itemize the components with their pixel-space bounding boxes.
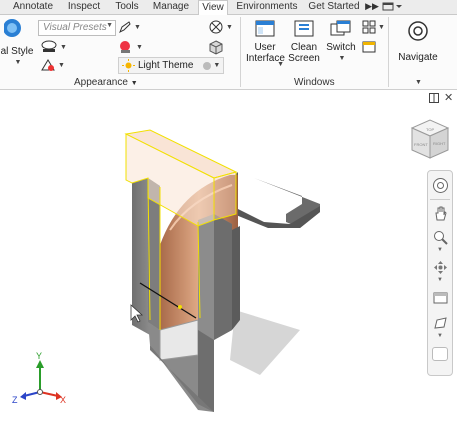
sun-icon xyxy=(122,59,135,72)
shadows-icon xyxy=(41,40,57,52)
cube-view-button[interactable] xyxy=(208,39,224,55)
viewcube-right-label: RIGHT xyxy=(433,141,446,146)
tab-overflow-button[interactable]: ▶▶ xyxy=(364,0,380,14)
new-window-icon xyxy=(362,41,376,53)
navigate-icon xyxy=(408,21,428,41)
tab-inspect[interactable]: Inspect xyxy=(64,0,104,14)
window-options-icon xyxy=(382,2,402,11)
chevron-down-icon: ▼ xyxy=(14,59,22,66)
chevron-down-icon: ▼ xyxy=(277,61,284,68)
restore-window-icon[interactable] xyxy=(429,93,439,106)
chevron-down-icon: ▼ xyxy=(213,62,221,69)
arrange-dropdown[interactable]: ▼ xyxy=(362,19,385,35)
tab-manage[interactable]: Manage xyxy=(150,0,192,14)
chevron-down-icon: ▼ xyxy=(58,61,65,69)
ribbon: al Style ▼ Visual Presets ▼ ▼ ▼ ▼ ▼ Ligh… xyxy=(0,14,457,90)
switch-windows-icon xyxy=(330,20,351,36)
cube-icon xyxy=(209,40,223,55)
ribbon-tab-bar: Annotate Inspect Tools Manage View Envir… xyxy=(0,0,457,15)
ground-shadow-icon xyxy=(41,59,55,71)
tab-tools[interactable]: Tools xyxy=(110,0,144,14)
appearance-panel-title[interactable]: Appearance ▼ xyxy=(74,77,138,88)
viewcube-front-label: FRONT xyxy=(414,142,428,147)
look-at-icon[interactable] xyxy=(432,289,449,306)
user-interface-label-line1: User xyxy=(254,42,276,53)
navigation-bar: ▼ ▼ ▼ xyxy=(427,170,453,376)
coordinate-triad xyxy=(20,360,62,400)
bracket-right-post[interactable] xyxy=(198,214,240,340)
close-window-icon[interactable]: ✕ xyxy=(444,91,453,104)
tile-windows-icon xyxy=(362,20,376,34)
clean-screen-label-line1: Clean xyxy=(290,42,318,53)
graphics-viewport[interactable]: Y X Z TOP FRONT RIGHT ✕ ▼ ▼ ▼ xyxy=(0,91,457,424)
visual-style-button[interactable]: al Style ▼ xyxy=(0,18,34,70)
chevron-down-icon: ▼ xyxy=(136,43,143,51)
triad-y-label: Y xyxy=(36,351,42,361)
chevron-down-icon: ▼ xyxy=(338,55,346,62)
navigation-bar-options-button[interactable] xyxy=(432,347,448,361)
free-orbit-icon[interactable] xyxy=(432,315,449,332)
light-theme-indicator-icon xyxy=(203,61,212,70)
chevron-down-icon: ▼ xyxy=(60,43,67,51)
user-interface-icon xyxy=(255,20,275,37)
visual-presets-combo[interactable]: Visual Presets ▼ xyxy=(38,20,116,36)
windows-panel-title: Windows xyxy=(294,77,335,88)
reflections-icon xyxy=(120,41,130,53)
ground-plane-dropdown[interactable]: ▼ xyxy=(40,57,65,73)
tab-options-dropdown[interactable] xyxy=(380,0,404,14)
clean-screen-button[interactable]: Clean Screen xyxy=(288,19,320,64)
panel-separator xyxy=(240,17,241,87)
edit-material-dropdown[interactable]: ▼ xyxy=(118,19,141,35)
tab-annotate[interactable]: Annotate xyxy=(10,0,56,14)
chevron-down-icon[interactable]: ▼ xyxy=(437,333,443,339)
model-canvas[interactable]: Y X Z TOP FRONT RIGHT xyxy=(0,91,457,424)
clean-screen-icon xyxy=(294,20,314,37)
panel-separator xyxy=(388,17,389,87)
navigate-button[interactable]: Navigate xyxy=(394,19,442,63)
viewcube-top-label: TOP xyxy=(426,127,434,132)
visual-presets-placeholder: Visual Presets xyxy=(43,22,107,33)
orthographic-dropdown[interactable]: ▼ xyxy=(208,19,233,35)
triad-x-label: X xyxy=(60,395,66,405)
user-interface-button[interactable]: User Interface ▼ xyxy=(246,19,285,68)
switch-button[interactable]: Switch ▼ xyxy=(324,19,358,64)
clean-screen-label-line2: Screen xyxy=(288,53,320,64)
switch-label: Switch xyxy=(326,42,356,53)
light-theme-label: Light Theme xyxy=(138,60,194,71)
chevron-down-icon[interactable]: ▼ xyxy=(437,277,443,283)
visual-style-icon xyxy=(3,19,21,37)
zoom-icon[interactable] xyxy=(432,229,449,246)
bracket-back-arm[interactable] xyxy=(232,172,320,250)
triad-z-label: Z xyxy=(12,395,18,405)
divider xyxy=(430,199,450,200)
orbit-icon[interactable] xyxy=(432,259,449,276)
chevron-down-icon[interactable]: ▼ xyxy=(415,79,422,86)
ground-shadow xyxy=(230,310,300,375)
new-window-button[interactable] xyxy=(362,39,376,55)
tab-get-started[interactable]: Get Started xyxy=(306,0,362,14)
light-theme-combo[interactable]: Light Theme ▼ xyxy=(118,57,225,74)
tab-view[interactable]: View xyxy=(198,0,228,15)
section-view-icon xyxy=(209,20,223,34)
chevron-down-icon: ▼ xyxy=(134,23,141,31)
reflections-dropdown[interactable]: ▼ xyxy=(118,39,143,55)
visual-style-label: al Style xyxy=(0,46,34,57)
steering-wheel-icon[interactable] xyxy=(432,177,449,194)
viewcube[interactable]: TOP FRONT RIGHT xyxy=(410,119,450,159)
chevron-down-icon[interactable]: ▼ xyxy=(437,247,443,253)
pencil-shape-icon xyxy=(119,21,131,34)
chevron-down-icon: ▼ xyxy=(378,23,385,31)
pan-hand-icon[interactable] xyxy=(432,205,449,222)
tab-environments[interactable]: Environments xyxy=(234,0,300,14)
chevron-down-icon: ▼ xyxy=(106,22,113,29)
navigate-label: Navigate xyxy=(398,52,438,63)
shadows-dropdown[interactable]: ▼ xyxy=(40,39,67,55)
chevron-down-icon: ▼ xyxy=(226,23,233,31)
